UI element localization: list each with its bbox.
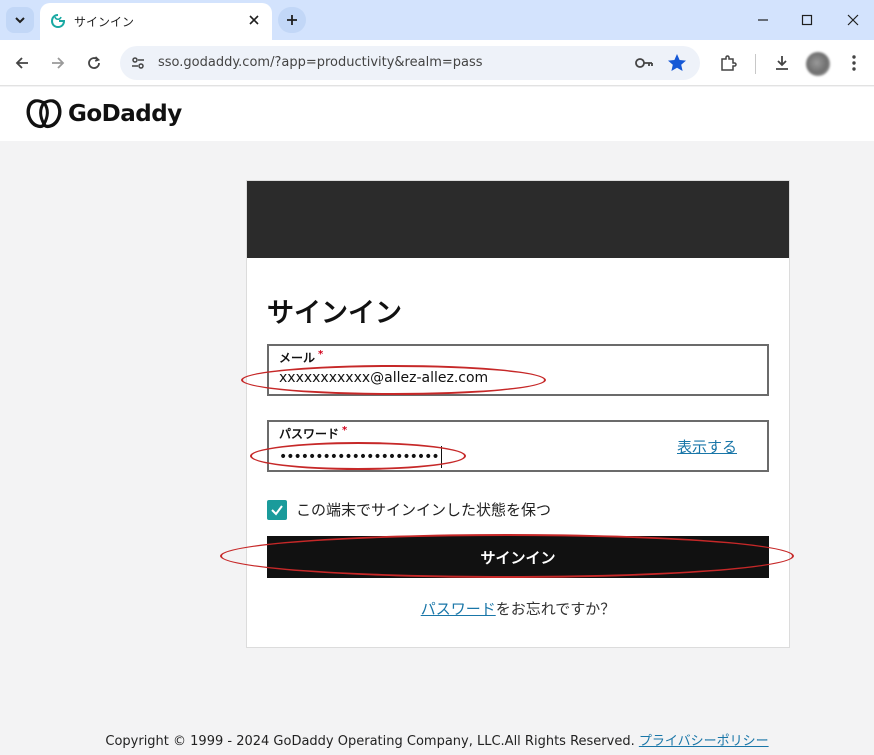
site-info-button[interactable] — [128, 53, 148, 73]
godaddy-logo-icon — [26, 99, 62, 129]
tab-search-button[interactable] — [6, 7, 34, 33]
forgot-password: パスワードをお忘れですか？ — [247, 598, 789, 619]
email-label: メール * — [279, 349, 324, 365]
tab-title: サインイン — [74, 15, 135, 29]
address-bar[interactable]: sso.godaddy.com/?app=productivity&realm=… — [120, 46, 700, 80]
close-icon — [847, 14, 859, 26]
remember-me[interactable]: この端末でサインインした状態を保つ — [267, 499, 551, 520]
browser-tab[interactable]: サインイン — [40, 3, 272, 40]
forgot-password-link[interactable]: パスワード — [421, 600, 496, 618]
browser-menu-button[interactable] — [842, 51, 866, 75]
browser-tab-bar: サインイン — [0, 0, 874, 40]
forgot-password-suffix: をお忘れですか？ — [495, 600, 616, 618]
password-field[interactable]: パスワード * •••••••••••••••••••••• 表示する — [267, 420, 769, 472]
card-banner — [247, 181, 789, 258]
password-label: パスワード * — [279, 425, 348, 441]
maximize-icon — [801, 14, 813, 26]
toolbar-divider — [755, 54, 756, 74]
email-input[interactable]: xxxxxxxxxxx@allez-allez.com — [279, 370, 488, 386]
arrow-right-icon — [52, 57, 65, 69]
back-button[interactable] — [10, 51, 34, 75]
tune-icon — [132, 57, 144, 69]
url-text[interactable]: sso.godaddy.com/?app=productivity&realm=… — [158, 55, 483, 70]
close-icon — [249, 15, 259, 25]
password-input[interactable]: •••••••••••••••••••••• — [279, 446, 442, 468]
plus-icon — [287, 15, 297, 25]
extensions-button[interactable] — [716, 51, 740, 75]
profile-avatar[interactable] — [806, 52, 830, 76]
star-icon[interactable] — [666, 52, 688, 74]
arrow-left-icon — [15, 57, 28, 69]
minimize-button[interactable] — [748, 6, 778, 34]
logo-text: GoDaddy — [68, 101, 182, 127]
privacy-policy-link[interactable]: プライバシーポリシー — [639, 734, 769, 749]
required-mark: * — [342, 425, 348, 436]
copyright-text: Copyright © 1999 - 2024 GoDaddy Operatin… — [105, 734, 635, 749]
reload-icon — [88, 56, 101, 69]
download-icon — [776, 56, 788, 70]
show-password-link[interactable]: 表示する — [677, 436, 737, 457]
checkmark-icon — [271, 504, 283, 516]
forward-button[interactable] — [46, 51, 70, 75]
signin-card: サインイン メール * xxxxxxxxxxx@allez-allez.com パ… — [246, 180, 790, 648]
key-icon[interactable] — [634, 54, 654, 72]
more-vertical-icon — [852, 55, 856, 71]
remember-checkbox[interactable] — [267, 499, 287, 520]
page-title: サインイン — [267, 298, 402, 329]
window-close-button[interactable] — [838, 6, 868, 34]
email-field[interactable]: メール * xxxxxxxxxxx@allez-allez.com — [267, 344, 769, 396]
godaddy-favicon-icon — [50, 14, 66, 29]
chevron-down-icon — [15, 17, 25, 24]
minimize-icon — [758, 19, 768, 21]
browser-toolbar: sso.godaddy.com/?app=productivity&realm=… — [0, 40, 874, 86]
remember-label: この端末でサインインした状態を保つ — [296, 501, 552, 519]
reload-button[interactable] — [82, 51, 106, 75]
godaddy-logo[interactable]: GoDaddy — [25, 95, 182, 133]
puzzle-icon — [721, 55, 737, 71]
signin-button[interactable]: サインイン — [267, 536, 769, 578]
text-caret — [440, 446, 442, 468]
maximize-button[interactable] — [792, 6, 822, 34]
new-tab-button[interactable] — [278, 7, 306, 33]
downloads-button[interactable] — [770, 51, 794, 75]
tab-close-button[interactable] — [244, 10, 264, 30]
page-footer: Copyright © 1999 - 2024 GoDaddy Operatin… — [0, 730, 874, 749]
site-header: GoDaddy — [0, 87, 874, 141]
required-mark: * — [318, 349, 324, 360]
